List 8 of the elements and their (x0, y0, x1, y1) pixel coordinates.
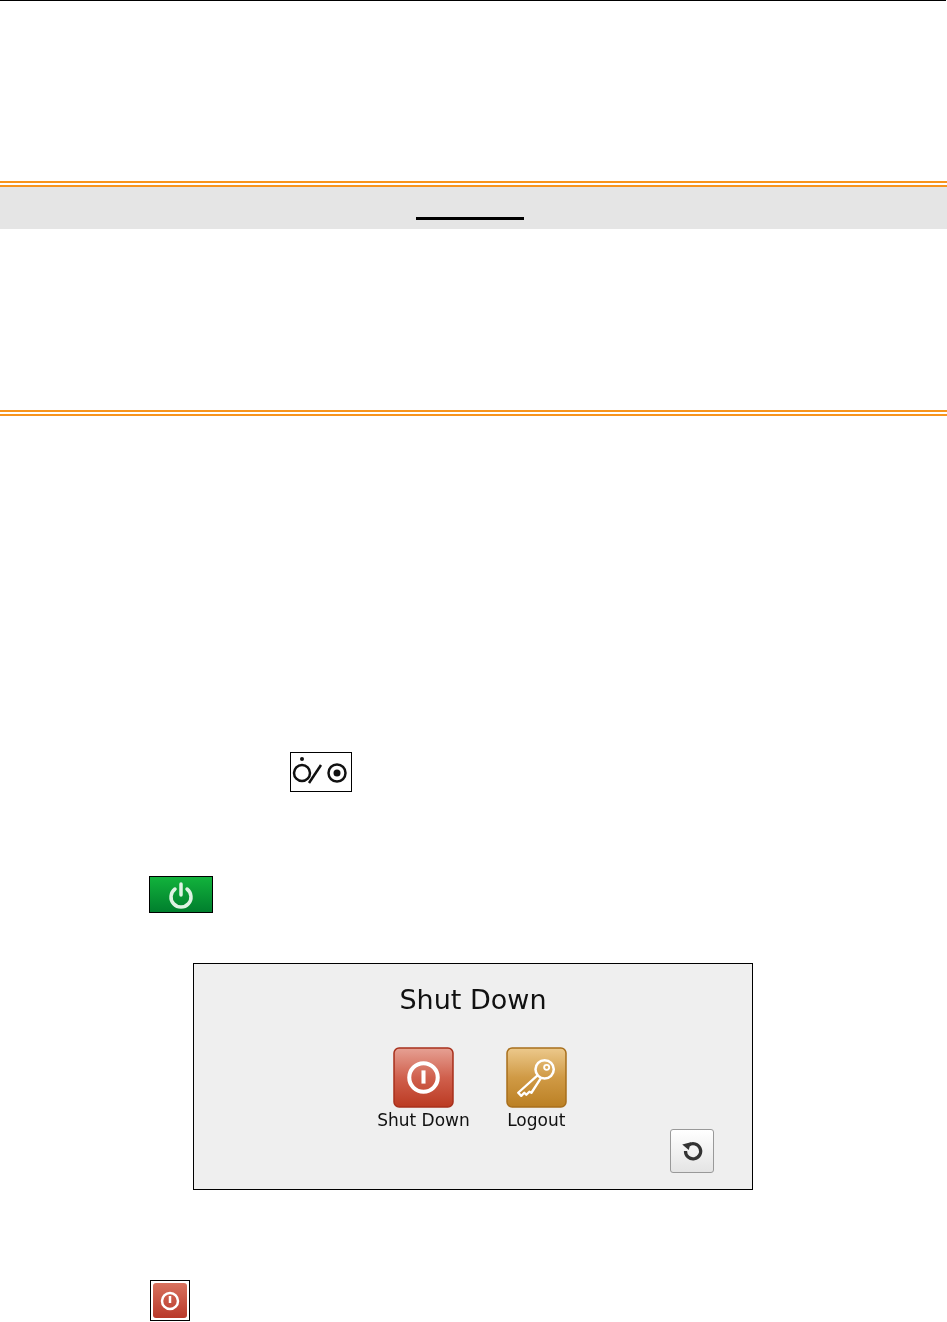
logout-button[interactable]: Logout (505, 1047, 567, 1130)
key-icon (505, 1047, 567, 1108)
undo-button[interactable] (670, 1129, 714, 1173)
shut-down-button[interactable]: Shut Down (377, 1047, 470, 1130)
power-icon (393, 1047, 454, 1108)
power-button-icon (149, 876, 213, 913)
dialog-title: Shut Down (399, 984, 547, 1015)
power-symbol-icon (290, 752, 352, 792)
